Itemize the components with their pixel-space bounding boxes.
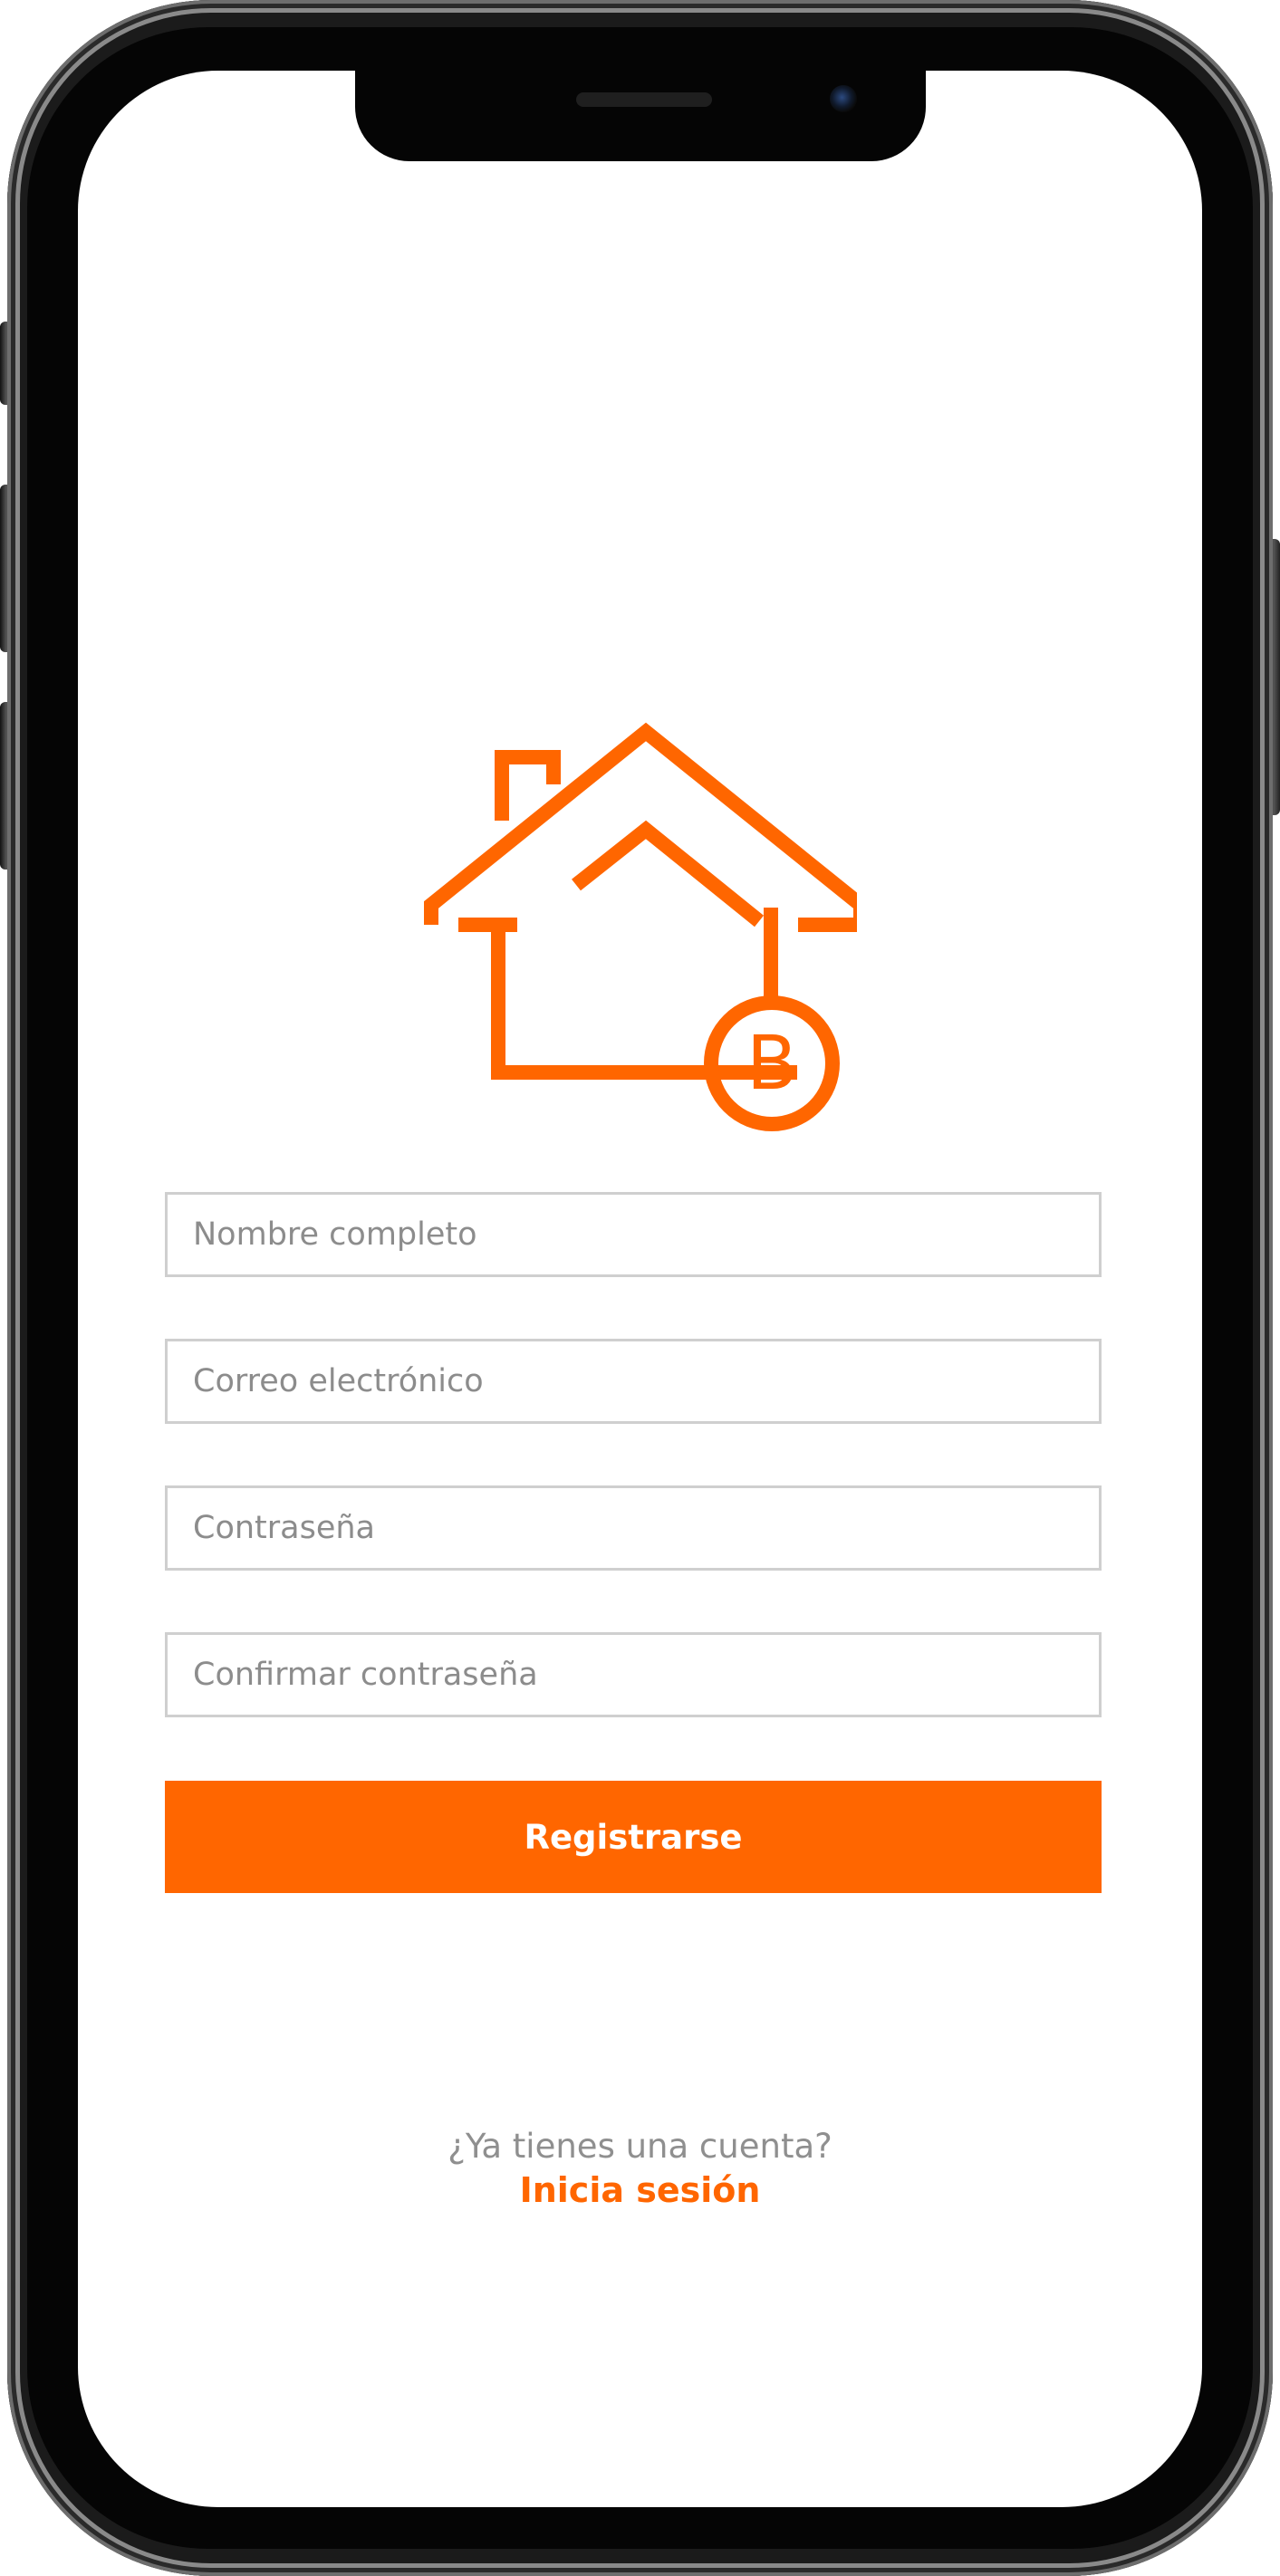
confirm-password-input[interactable] — [165, 1632, 1102, 1717]
full-name-input[interactable] — [165, 1192, 1102, 1277]
logo-letter: B — [746, 1021, 797, 1107]
login-link[interactable]: Inicia sesión — [520, 2170, 761, 2210]
email-input[interactable] — [165, 1339, 1102, 1424]
password-input[interactable] — [165, 1485, 1102, 1571]
register-button[interactable]: Registrarse — [165, 1781, 1102, 1893]
speaker-grille — [576, 92, 712, 107]
screen: B Registrarse ¿Ya tienes una cuenta? Ini… — [78, 71, 1202, 2507]
login-link-row: Inicia sesión — [78, 2170, 1202, 2210]
notch — [355, 71, 926, 161]
house-logo-icon: B — [424, 722, 857, 1131]
have-account-prompt: ¿Ya tienes una cuenta? — [448, 2127, 832, 2166]
phone-device-frame: B Registrarse ¿Ya tienes una cuenta? Ini… — [0, 0, 1280, 2576]
front-camera — [830, 85, 857, 112]
